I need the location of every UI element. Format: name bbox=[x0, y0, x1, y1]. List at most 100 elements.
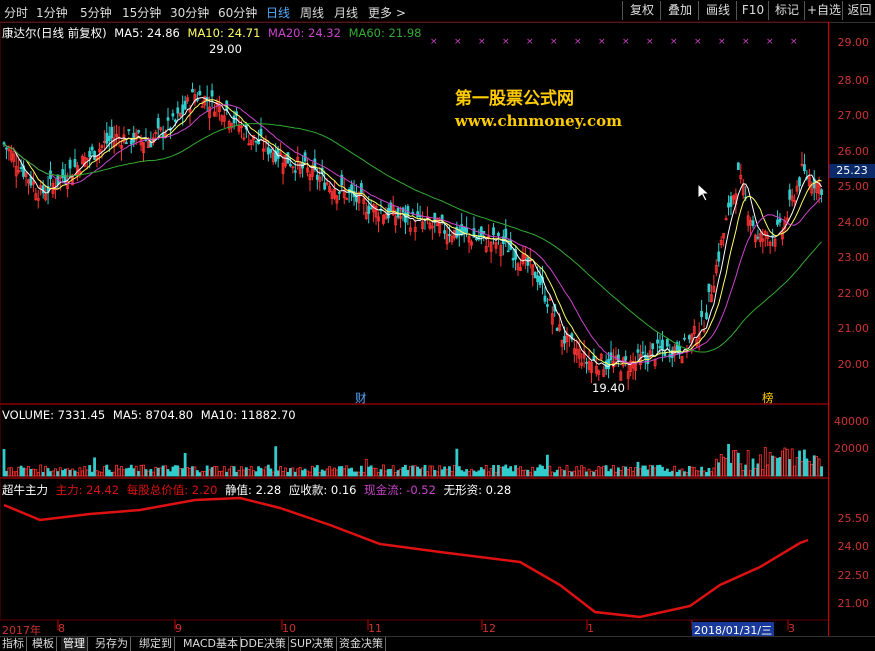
volume-bar bbox=[800, 460, 804, 477]
volume-bar bbox=[274, 446, 278, 477]
volume-bar bbox=[570, 471, 574, 477]
volume-bar bbox=[631, 470, 635, 477]
volume-ma10: MA10: 11882.70 bbox=[200, 408, 296, 422]
volume-bar bbox=[457, 466, 461, 477]
signal-mark: × bbox=[718, 37, 726, 47]
candle-body bbox=[129, 140, 133, 145]
tab-sup[interactable]: SUP决策 bbox=[288, 637, 337, 651]
volume-bar bbox=[548, 465, 552, 477]
candle-body bbox=[546, 304, 549, 307]
indicator-tick: 21.00 bbox=[837, 597, 870, 610]
volume-bar bbox=[17, 466, 21, 477]
candle-body bbox=[651, 343, 655, 350]
candle-body bbox=[661, 339, 664, 350]
candle-body bbox=[173, 119, 177, 122]
volume-bar bbox=[127, 467, 131, 477]
volume-bar bbox=[516, 468, 520, 477]
volume-bar bbox=[137, 470, 141, 477]
volume-bar bbox=[521, 469, 525, 477]
volume-bar bbox=[242, 469, 246, 477]
candle-body bbox=[798, 177, 801, 187]
ranking-marker[interactable]: 榜 bbox=[762, 390, 774, 406]
volume-bar bbox=[85, 469, 89, 477]
candle-body bbox=[497, 232, 500, 236]
volume-bar bbox=[259, 467, 263, 477]
tab-fund[interactable]: 资金决策 bbox=[337, 637, 386, 651]
candle-body bbox=[543, 295, 547, 302]
tab-dde[interactable]: DDE决策 bbox=[238, 637, 289, 651]
volume-bar bbox=[279, 466, 282, 477]
volume-bar bbox=[413, 465, 417, 477]
tab-bind-to[interactable]: 绑定到 bbox=[137, 637, 175, 651]
volume-bar bbox=[526, 469, 530, 477]
indicator-name[interactable]: 超牛主力 bbox=[2, 483, 48, 497]
signal-mark: × bbox=[550, 37, 558, 47]
volume-bar bbox=[776, 458, 779, 477]
tab-manage[interactable]: 管理 bbox=[61, 637, 88, 651]
tab-save-as[interactable]: 另存为 bbox=[93, 637, 131, 651]
volume-bar bbox=[78, 467, 82, 477]
volume-bar bbox=[362, 472, 366, 477]
volume-bar bbox=[98, 471, 101, 477]
candle-body bbox=[200, 106, 204, 108]
volume-bar bbox=[793, 465, 797, 477]
candle-body bbox=[658, 346, 662, 349]
volume-bar bbox=[430, 465, 434, 477]
volume-bar bbox=[102, 466, 106, 477]
volume-bar bbox=[386, 469, 390, 477]
volume-bar bbox=[687, 466, 691, 477]
volume-bar bbox=[240, 466, 243, 477]
volume-bar bbox=[724, 457, 728, 477]
finance-marker[interactable]: 财 bbox=[355, 390, 367, 406]
volume-bar bbox=[355, 471, 358, 477]
volume-bar bbox=[147, 470, 150, 477]
candle-body bbox=[727, 202, 730, 208]
volume-bar bbox=[785, 448, 789, 477]
volume-bar bbox=[308, 471, 312, 477]
candle-body bbox=[5, 147, 8, 150]
meigu-value: 每股总价值: 2.20 bbox=[126, 483, 218, 497]
tab-template[interactable]: 模板 bbox=[30, 637, 57, 651]
candle-body bbox=[820, 189, 823, 195]
volume-bar bbox=[746, 450, 750, 477]
volume-bar bbox=[58, 467, 62, 477]
volume-bar bbox=[665, 468, 669, 477]
volume-bar bbox=[159, 467, 163, 477]
kline-chart[interactable]: × × × × × × × × × × × × × × × × bbox=[0, 0, 875, 650]
volume-bar bbox=[205, 465, 209, 477]
volume-bar bbox=[264, 466, 268, 477]
candle-body bbox=[504, 228, 508, 238]
volume-ma5: MA5: 8704.80 bbox=[112, 408, 194, 422]
volume-bar bbox=[12, 471, 16, 477]
volume-bar bbox=[749, 470, 752, 477]
current-price-badge: 25.23 bbox=[829, 164, 875, 178]
volume-bar bbox=[139, 464, 143, 477]
tab-indicator[interactable]: 指标 bbox=[0, 637, 27, 651]
signal-mark: × bbox=[742, 37, 750, 47]
volume-bar bbox=[732, 450, 735, 477]
jingzhi-value: 静值: 2.28 bbox=[225, 483, 282, 497]
tab-macd[interactable]: MACD基本 bbox=[181, 637, 241, 651]
candle-body bbox=[533, 272, 537, 279]
volume-tick: 20000 bbox=[834, 442, 869, 455]
volume-bar bbox=[176, 465, 180, 477]
volume-bar bbox=[29, 469, 33, 477]
volume-bar bbox=[142, 464, 145, 477]
volume-bar bbox=[225, 471, 229, 477]
volume-bar bbox=[46, 468, 50, 477]
volume-bar bbox=[695, 470, 699, 477]
signal-mark: × bbox=[574, 37, 582, 47]
volume-bar bbox=[460, 470, 464, 477]
volume-bar bbox=[533, 470, 537, 477]
candle-body bbox=[418, 215, 422, 218]
volume-tick: 40000 bbox=[834, 415, 869, 428]
volume-bar bbox=[391, 465, 395, 477]
volume-bar bbox=[166, 469, 170, 477]
volume-bar bbox=[237, 469, 241, 477]
price-tick: 25.00 bbox=[837, 180, 870, 193]
candle-body bbox=[176, 107, 180, 114]
price-tick: 26.00 bbox=[837, 145, 870, 158]
volume-bar bbox=[656, 465, 659, 477]
volume-bar bbox=[404, 464, 407, 477]
volume-bar bbox=[719, 454, 723, 477]
